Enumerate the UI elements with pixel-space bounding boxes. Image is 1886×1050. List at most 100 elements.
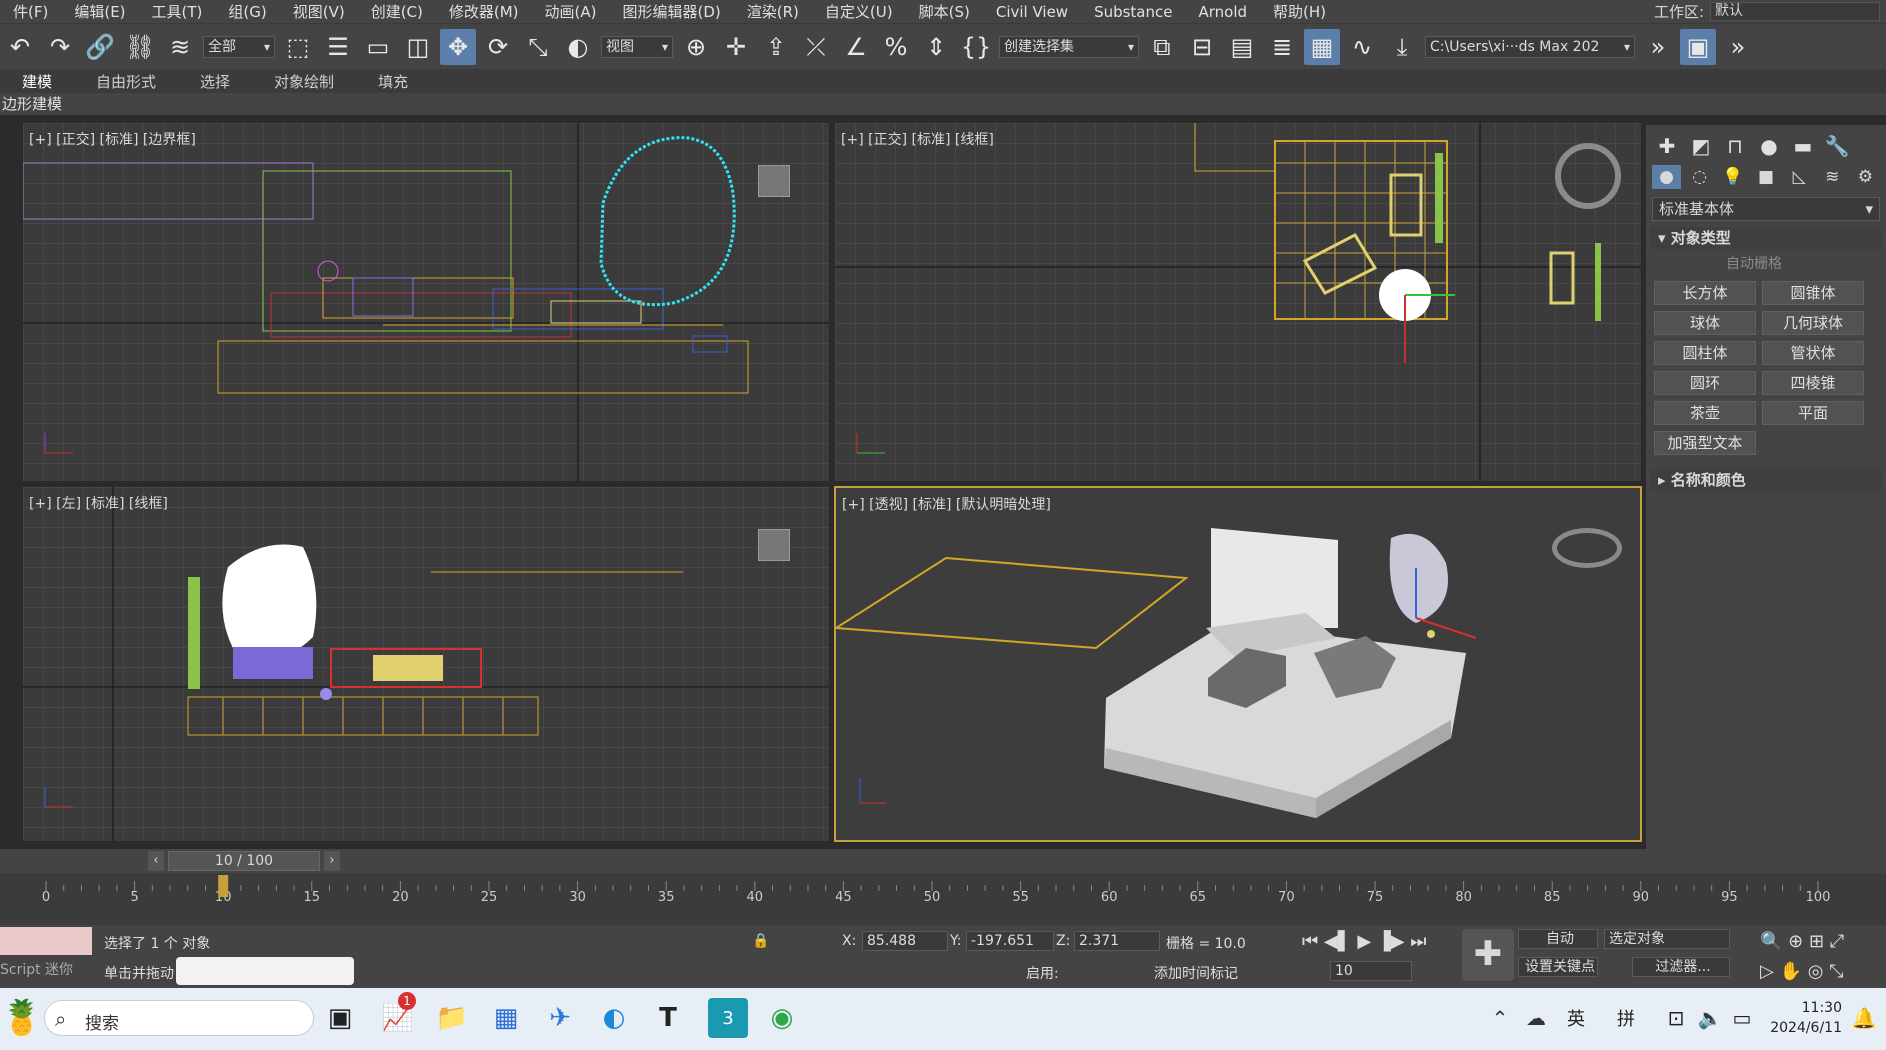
modify-tab-icon[interactable]: ◩ xyxy=(1686,133,1716,159)
viewcube-icon[interactable] xyxy=(758,529,790,561)
ime-pinyin[interactable]: 拼 xyxy=(1606,998,1646,1038)
menu-item[interactable]: 动画(A) xyxy=(532,1,610,22)
display-tab-icon[interactable]: ▬ xyxy=(1788,133,1818,159)
expand-icon[interactable]: » xyxy=(1640,29,1676,65)
layer-explorer-icon[interactable]: ≣ xyxy=(1264,29,1300,65)
maxscript-listener[interactable] xyxy=(0,927,92,955)
menu-item[interactable]: Substance xyxy=(1081,3,1185,21)
ribbon-tab[interactable]: 建模 xyxy=(0,71,74,92)
widget-icon[interactable]: 🍍 xyxy=(1,998,43,1038)
menu-item[interactable]: Civil View xyxy=(983,3,1081,21)
named-selection-combo[interactable]: 创建选择集 xyxy=(999,35,1139,58)
onedrive-icon[interactable]: ☁ xyxy=(1516,998,1556,1038)
create-primitive-button[interactable]: 长方体 xyxy=(1654,281,1756,305)
more-icon[interactable]: » xyxy=(1720,29,1756,65)
viewcube-icon[interactable] xyxy=(758,165,790,197)
ribbon-tab[interactable]: 对象绘制 xyxy=(252,71,356,92)
menu-item[interactable]: 渲染(R) xyxy=(734,1,812,22)
cameras-icon[interactable]: ■ xyxy=(1751,165,1780,189)
selection-filter-combo[interactable]: 全部 xyxy=(203,35,275,58)
ribbon-tab[interactable]: 填充 xyxy=(356,71,430,92)
auto-key-button[interactable]: 自动 xyxy=(1518,929,1598,949)
viewport-left-label[interactable]: [+] [左] [标准] [线框] xyxy=(29,493,168,513)
pivot-center-icon[interactable]: ⊕ xyxy=(678,29,714,65)
project-path-combo[interactable]: C:\Users\xi···ds Max 202 xyxy=(1425,35,1635,58)
spinner-snap-icon[interactable]: ⇕ xyxy=(918,29,954,65)
utilities-tab-icon[interactable]: 🔧 xyxy=(1822,133,1852,159)
place-icon[interactable]: ◐ xyxy=(560,29,596,65)
scene-explorer-icon[interactable]: ▤ xyxy=(1224,29,1260,65)
rect-selection-icon[interactable]: ▭ xyxy=(360,29,396,65)
menu-item[interactable]: 件(F) xyxy=(0,1,61,22)
ref-coord-combo[interactable]: 视图 xyxy=(601,35,673,58)
menu-item[interactable]: 帮助(H) xyxy=(1260,1,1339,22)
notification-bell-icon[interactable]: 🔔 xyxy=(1844,998,1884,1038)
primitive-type-combo[interactable]: 标准基本体 xyxy=(1652,197,1880,221)
current-frame-field[interactable]: 10 xyxy=(1330,961,1412,981)
create-primitive-button[interactable]: 圆环 xyxy=(1654,371,1756,395)
menu-item[interactable]: 创建(C) xyxy=(358,1,436,22)
undo-icon[interactable]: ↶ xyxy=(2,29,38,65)
file-explorer-icon[interactable]: 📁 xyxy=(432,998,472,1038)
floating-window-bar[interactable] xyxy=(176,957,354,985)
script-mini[interactable]: Script 迷你 xyxy=(0,959,73,979)
motion-tab-icon[interactable]: ● xyxy=(1754,133,1784,159)
geometry-icon[interactable]: ● xyxy=(1652,165,1682,189)
menu-item[interactable]: Arnold xyxy=(1185,3,1260,21)
scale-icon[interactable]: ⤡ xyxy=(520,29,556,65)
object-type-rollout[interactable]: ▾ 对象类型 xyxy=(1650,227,1882,249)
lock-icon[interactable]: 🔒 xyxy=(752,933,769,949)
name-color-rollout[interactable]: ▸ 名称和颜色 xyxy=(1650,469,1882,491)
viewport-nav-controls[interactable]: 🔍 ⊕ ⊞ ⤢ xyxy=(1760,931,1844,952)
tray-expand-icon[interactable]: ⌃ xyxy=(1480,998,1520,1038)
angle-snap-icon[interactable]: ∠ xyxy=(838,29,874,65)
lights-icon[interactable]: 💡 xyxy=(1718,165,1747,189)
viewport-perspective[interactable]: [+] [透视] [标准] [默认明暗处理] xyxy=(834,486,1642,842)
playback-controls[interactable]: ⏮ ◀▌ ▶ ▐▶ ⏭ xyxy=(1302,931,1427,952)
viewport-top[interactable]: [+] [正交] [标准] [线框] xyxy=(834,122,1642,482)
create-primitive-button[interactable]: 圆柱体 xyxy=(1654,341,1756,365)
menu-item[interactable]: 修改器(M) xyxy=(436,1,532,22)
search-box[interactable]: ⌕ 搜索 xyxy=(44,1000,314,1036)
select-by-name-icon[interactable]: ☰ xyxy=(320,29,356,65)
ribbon-toggle-icon[interactable]: ▦ xyxy=(1304,28,1340,65)
curve-editor-icon[interactable]: ∿ xyxy=(1344,29,1380,65)
systems-icon[interactable]: ⚙ xyxy=(1851,165,1880,189)
create-primitive-button[interactable]: 四棱锥 xyxy=(1762,371,1864,395)
current-frame-marker[interactable] xyxy=(218,875,229,897)
viewport-left[interactable]: [+] [左] [标准] [线框] xyxy=(22,486,830,842)
bind-space-warp-icon[interactable]: ≋ xyxy=(162,29,198,65)
clock-date[interactable]: 2024/6/11 xyxy=(1742,1020,1842,1036)
create-primitive-button[interactable]: 平面 xyxy=(1762,401,1864,425)
window-crossing-icon[interactable]: ◫ xyxy=(400,29,436,65)
y-coord-field[interactable]: -197.651 xyxy=(966,931,1054,951)
render-setup-icon[interactable]: ▣ xyxy=(1680,28,1716,65)
menu-item[interactable]: 视图(V) xyxy=(280,1,358,22)
ime-english[interactable]: 英 xyxy=(1556,998,1596,1038)
hierarchy-tab-icon[interactable]: ⊓ xyxy=(1720,133,1750,159)
create-primitive-button[interactable]: 圆锥体 xyxy=(1762,281,1864,305)
unlink-icon[interactable]: ⛓ xyxy=(122,29,158,65)
link-icon[interactable]: 🔗 xyxy=(82,29,118,65)
key-mode-icon[interactable]: ✚ xyxy=(1462,929,1514,981)
redo-icon[interactable]: ↷ xyxy=(42,29,78,65)
shapes-icon[interactable]: ◌ xyxy=(1685,165,1714,189)
task-view-icon[interactable]: ▣ xyxy=(320,998,360,1038)
next-frame-icon[interactable]: › xyxy=(324,851,340,871)
helpers-icon[interactable]: ◺ xyxy=(1785,165,1814,189)
edit-named-sel-icon[interactable]: {} xyxy=(958,29,994,65)
menu-item[interactable]: 图形编辑器(D) xyxy=(610,1,734,22)
mirror-icon[interactable]: ⧉ xyxy=(1144,29,1180,65)
prev-frame-icon[interactable]: ‹ xyxy=(148,851,164,871)
selected-objects-combo[interactable]: 选定对象 xyxy=(1604,929,1730,949)
create-primitive-button[interactable]: 球体 xyxy=(1654,311,1756,335)
snap-toggle-icon[interactable]: ⤫ xyxy=(798,29,834,65)
menu-item[interactable]: 组(G) xyxy=(215,1,279,22)
z-coord-field[interactable]: 2.371 xyxy=(1074,931,1160,951)
rotate-icon[interactable]: ⟳ xyxy=(480,29,516,65)
time-slider[interactable]: 10 / 100 xyxy=(168,851,320,871)
edge-icon[interactable]: ◐ xyxy=(594,998,634,1038)
create-primitive-button[interactable]: 管状体 xyxy=(1762,341,1864,365)
ribbon-tab[interactable]: 选择 xyxy=(178,71,252,92)
create-primitive-button[interactable]: 几何球体 xyxy=(1762,311,1864,335)
